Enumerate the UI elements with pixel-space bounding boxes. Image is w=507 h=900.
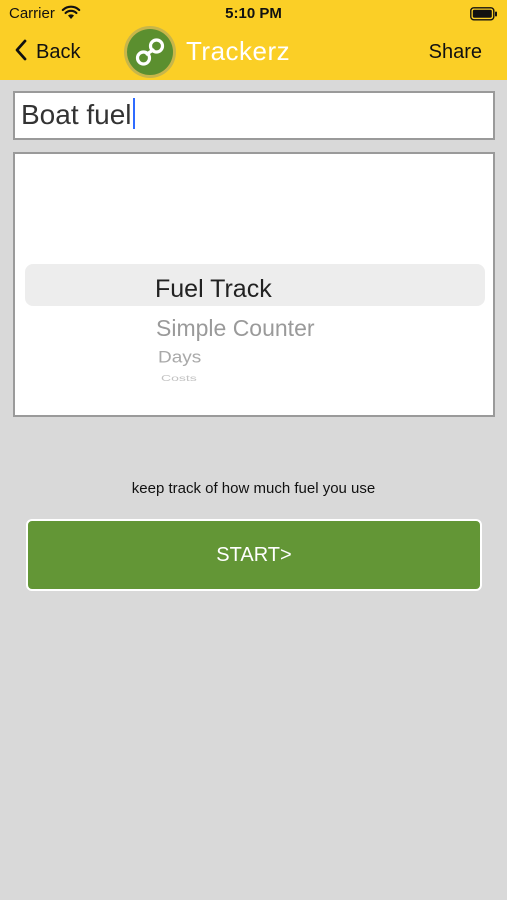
- app-logo-icon: [123, 25, 177, 79]
- battery-icon: [470, 7, 498, 26]
- picker-option-costs[interactable]: Costs: [161, 373, 197, 383]
- top-bar: Carrier 5:10 PM Back Trackerz Share: [0, 0, 507, 80]
- picker-option-simple-counter[interactable]: Simple Counter: [156, 315, 315, 342]
- picker-option-fuel-track[interactable]: Fuel Track: [155, 275, 272, 304]
- start-button[interactable]: START>: [26, 519, 482, 591]
- tracker-name-value: Boat fuel: [21, 99, 132, 130]
- start-button-label: START>: [216, 543, 292, 566]
- status-time: 5:10 PM: [225, 5, 282, 22]
- back-label: Back: [36, 41, 81, 63]
- chevron-left-icon: [14, 38, 28, 67]
- tracker-type-picker[interactable]: Fuel Track Simple Counter Days Costs: [13, 152, 495, 417]
- tracker-name-input[interactable]: Boat fuel: [13, 91, 495, 140]
- back-button[interactable]: Back: [14, 38, 80, 67]
- share-button[interactable]: Share: [429, 41, 482, 64]
- tracker-description: keep track of how much fuel you use: [131, 480, 376, 497]
- navigation-bar: Back Trackerz Share: [0, 25, 507, 80]
- picker-option-days[interactable]: Days: [158, 349, 201, 368]
- status-bar: Carrier 5:10 PM: [0, 0, 507, 28]
- text-caret: [132, 98, 135, 129]
- app-title: Trackerz: [186, 36, 291, 66]
